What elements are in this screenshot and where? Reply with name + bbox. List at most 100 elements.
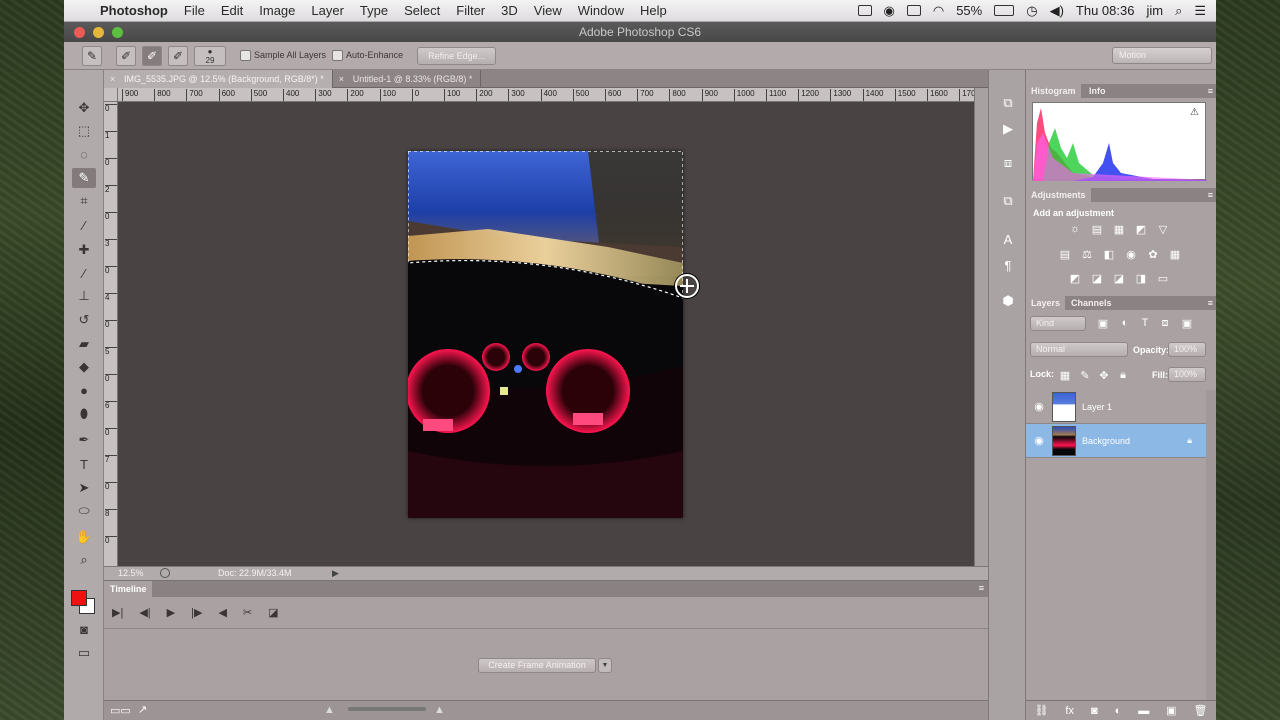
menu-edit[interactable]: Edit bbox=[213, 3, 251, 18]
channel-mixer-icon[interactable]: ✿ bbox=[1146, 248, 1160, 261]
brush-size-picker[interactable]: ● 29 bbox=[194, 45, 226, 66]
menu-filter[interactable]: Filter bbox=[448, 3, 493, 18]
first-frame-icon[interactable]: ▶| bbox=[112, 606, 123, 619]
selective-color-icon[interactable]: ▭ bbox=[1156, 272, 1170, 285]
warning-icon[interactable]: ⚠ bbox=[1190, 107, 1199, 118]
record-icon[interactable]: ◉ bbox=[884, 3, 895, 19]
create-frame-animation-button[interactable]: Create Frame Animation bbox=[478, 658, 596, 673]
lock-transparent-icon[interactable]: ▦ bbox=[1058, 369, 1072, 382]
screen-mode-icon[interactable]: ▭ bbox=[72, 643, 96, 663]
visibility-eye-icon[interactable]: ◉ bbox=[1026, 434, 1052, 447]
upload-icon[interactable] bbox=[857, 5, 872, 16]
auto-enhance-checkbox[interactable] bbox=[332, 50, 344, 62]
crop-tool-icon[interactable]: ⌗ bbox=[72, 191, 96, 211]
menu-help[interactable]: Help bbox=[632, 3, 675, 18]
timeline-tab[interactable]: Timeline bbox=[104, 581, 153, 597]
menu-file[interactable]: File bbox=[176, 3, 213, 18]
tab-info[interactable]: Info bbox=[1084, 84, 1111, 98]
zoom-icon[interactable] bbox=[160, 568, 170, 578]
audio-icon[interactable]: ◀ bbox=[218, 606, 226, 619]
brush-tool-icon[interactable]: ⁄ bbox=[72, 263, 96, 283]
subtract-from-selection-brush-icon[interactable]: ✐ bbox=[168, 45, 188, 66]
delete-layer-icon[interactable]: 🗑︎ bbox=[1194, 704, 1208, 717]
layer-name[interactable]: Layer 1 bbox=[1082, 402, 1112, 412]
panel-menu-icon[interactable]: ≡ bbox=[1208, 298, 1213, 308]
play-icon[interactable]: ▶ bbox=[167, 606, 175, 619]
split-icon[interactable]: ✂ bbox=[243, 606, 252, 619]
actions-icon[interactable]: ▶ bbox=[999, 120, 1017, 138]
horizontal-ruler[interactable]: 900 800 700 600 500 400 300 200 100 0 100 200 300 400… bbox=[118, 88, 974, 102]
battery-icon[interactable] bbox=[994, 5, 1015, 16]
lock-image-icon[interactable]: ✎ bbox=[1078, 369, 1092, 382]
tab-untitled-1[interactable]: × Untitled-1 @ 8.33% (RGB/8) * bbox=[333, 70, 482, 88]
layer-row-background[interactable]: ◉ Background 🔒︎ bbox=[1026, 424, 1206, 458]
color-balance-icon[interactable]: ⚖ bbox=[1080, 248, 1094, 261]
zoom-tool-icon[interactable]: ⌕ bbox=[72, 550, 96, 570]
tab-layers[interactable]: Layers bbox=[1026, 296, 1066, 310]
layer-name[interactable]: Background bbox=[1082, 436, 1130, 446]
add-to-selection-brush-icon[interactable]: ✐ bbox=[142, 45, 162, 66]
close-tab-icon[interactable]: × bbox=[110, 70, 115, 88]
lock-all-icon[interactable]: 🔒︎ bbox=[1116, 369, 1130, 381]
status-arrow-icon[interactable]: ▶ bbox=[332, 568, 339, 579]
panel-menu-icon[interactable]: ≡ bbox=[1208, 86, 1213, 96]
airplay-icon[interactable] bbox=[906, 5, 921, 16]
foreground-color-overlay[interactable] bbox=[71, 590, 87, 606]
history-brush-tool-icon[interactable]: ↺ bbox=[72, 310, 96, 330]
menu-select[interactable]: Select bbox=[396, 3, 448, 18]
fill-input[interactable]: 100% bbox=[1168, 367, 1206, 382]
invert-icon[interactable]: ◩ bbox=[1068, 272, 1082, 285]
layers-scrollbar[interactable] bbox=[1206, 390, 1216, 700]
filter-pixel-icon[interactable]: ▣ bbox=[1096, 317, 1110, 330]
tab-adjustments[interactable]: Adjustments bbox=[1026, 188, 1091, 202]
visibility-eye-icon[interactable]: ◉ bbox=[1026, 400, 1052, 413]
blend-mode-select[interactable]: Normal bbox=[1030, 342, 1128, 357]
brightness-contrast-icon[interactable]: ☼ bbox=[1068, 223, 1082, 235]
notification-center-icon[interactable]: ☰ bbox=[1194, 3, 1206, 19]
wifi-icon[interactable]: ◠ bbox=[933, 3, 944, 19]
clone-stamp-tool-icon[interactable]: ⊥ bbox=[72, 286, 96, 306]
photo-filter-icon[interactable]: ◉ bbox=[1124, 248, 1138, 261]
spotlight-icon[interactable]: ⌕ bbox=[1175, 3, 1182, 19]
paragraph-icon[interactable]: ¶ bbox=[999, 256, 1017, 274]
dodge-tool-icon[interactable]: ⬮ bbox=[72, 404, 96, 424]
menu-view[interactable]: View bbox=[526, 3, 570, 18]
close-tab-icon[interactable]: × bbox=[339, 70, 344, 88]
new-layer-icon[interactable]: ▣ bbox=[1166, 704, 1176, 717]
zoom-in-icon[interactable]: ▲ bbox=[434, 704, 445, 716]
document-image[interactable] bbox=[408, 151, 683, 518]
type-tool-icon[interactable]: T bbox=[72, 454, 96, 474]
new-group-icon[interactable]: ▬ bbox=[1138, 705, 1149, 717]
menu-image[interactable]: Image bbox=[251, 3, 303, 18]
filter-type-icon[interactable]: T bbox=[1138, 317, 1152, 329]
lock-position-icon[interactable]: ✥ bbox=[1097, 369, 1111, 382]
auto-enhance-option[interactable]: Auto-Enhance bbox=[332, 50, 403, 62]
transition-icon[interactable]: ◪ bbox=[268, 606, 278, 619]
layer-mask-icon[interactable]: ◙ bbox=[1091, 705, 1098, 717]
gradient-map-icon[interactable]: ◨ bbox=[1134, 272, 1148, 285]
brush-presets-icon[interactable]: ⧉ bbox=[999, 192, 1017, 210]
create-animation-dropdown[interactable]: ▼ bbox=[598, 658, 612, 673]
sample-all-layers-option[interactable]: Sample All Layers bbox=[240, 50, 326, 62]
tab-img-5535[interactable]: × IMG_5535.JPG @ 12.5% (Background, RGB/8… bbox=[104, 70, 333, 88]
clock[interactable]: Thu 08:36 bbox=[1076, 3, 1135, 18]
sample-all-layers-checkbox[interactable] bbox=[240, 50, 251, 62]
levels-icon[interactable]: ▤ bbox=[1090, 223, 1104, 236]
swatches-icon[interactable]: ⧈ bbox=[999, 154, 1017, 172]
next-frame-icon[interactable]: |▶ bbox=[191, 606, 202, 619]
menu-type[interactable]: Type bbox=[352, 3, 396, 18]
healing-brush-tool-icon[interactable]: ✚ bbox=[72, 240, 96, 260]
filter-adjustment-icon[interactable]: ◐ bbox=[1118, 317, 1132, 329]
tab-histogram[interactable]: Histogram bbox=[1026, 84, 1081, 98]
shape-tool-icon[interactable]: ⬭ bbox=[72, 501, 96, 521]
menu-3d[interactable]: 3D bbox=[493, 3, 526, 18]
layer-filter-kind[interactable]: Kind bbox=[1030, 316, 1086, 331]
black-white-icon[interactable]: ◧ bbox=[1102, 248, 1116, 261]
close-window-button[interactable] bbox=[74, 27, 85, 38]
threshold-icon[interactable]: ◪ bbox=[1112, 272, 1126, 285]
zoom-window-button[interactable] bbox=[112, 27, 123, 38]
zoom-level[interactable]: 12.5% bbox=[118, 568, 144, 578]
pen-tool-icon[interactable]: ✒ bbox=[72, 430, 96, 450]
new-selection-brush-icon[interactable]: ✐ bbox=[116, 45, 136, 66]
filter-smart-object-icon[interactable]: ▣ bbox=[1180, 317, 1194, 330]
